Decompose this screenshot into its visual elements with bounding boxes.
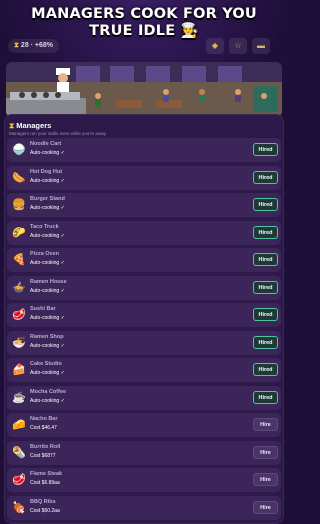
managers-panel: ⧗ Managers Managers run your stalls even …: [4, 114, 284, 524]
manager-food-icon: 🍕: [12, 254, 26, 266]
manager-name: Burrito Roll: [30, 443, 61, 450]
hired-button[interactable]: Hired: [253, 170, 278, 184]
manager-name: Sushi Bar: [30, 306, 56, 312]
manager-food-icon: 🥩: [12, 309, 26, 321]
manager-name: Ramen House: [30, 278, 67, 285]
manager-status: Auto-cooking ✓: [30, 205, 65, 211]
manager-row: 🥩 Flame Steak Cost $6.89aa Hire: [7, 468, 281, 492]
hired-button[interactable]: Hired: [253, 308, 278, 321]
manager-name: Pizza Oven: [30, 251, 60, 257]
manager-name: Noodle Cart: [30, 141, 62, 147]
managers-heading-text: Managers: [16, 121, 52, 130]
hire-button[interactable]: Hire: [253, 473, 278, 486]
hired-button[interactable]: Hired: [253, 335, 278, 349]
hourglass-icon: ⧗: [14, 42, 19, 49]
manager-status: Auto-cooking ✓: [30, 260, 65, 266]
manager-row: ☕ Mocha Coffee Auto-cooking ✓ Hired: [7, 385, 281, 410]
manager-name: Hot Dog Hut: [30, 168, 63, 175]
manager-name: Burger Stand: [30, 196, 65, 202]
shield-button[interactable]: ◆: [206, 38, 224, 54]
manager-cost: Cost $6877: [30, 452, 56, 459]
currency-stat-value: 28 · +68%: [20, 42, 54, 49]
manager-row: 🌯 Burrito Roll Cost $6877 Hire: [7, 440, 281, 465]
manager-row: 🍔 Burger Stand Auto-cooking ✓ Hired: [7, 193, 281, 217]
manager-status: Auto-cooking ✓: [30, 150, 65, 156]
manager-cost: Cost $6.89aa: [30, 480, 60, 486]
manager-food-icon: 🍔: [12, 199, 26, 211]
manager-food-icon: 🍲: [12, 281, 26, 294]
promo-title-line-1: MANAGERS COOK FOR YOU: [31, 6, 257, 22]
manager-food-icon: 🍚: [12, 144, 26, 156]
hourglass-icon: ⧗: [9, 121, 15, 130]
manager-status: Auto-cooking ✓: [30, 342, 65, 349]
manager-food-icon: 🌭: [12, 171, 26, 184]
trophy-icon: ☆: [234, 41, 242, 50]
manager-name: Mocha Coffee: [30, 388, 67, 395]
hire-button[interactable]: Hire: [253, 445, 278, 459]
top-bar: ⧗ 28 · +68% ◆ ☆ ▬: [6, 38, 282, 54]
menu-button[interactable]: ▬: [252, 38, 270, 54]
manager-food-icon: ☕: [12, 391, 26, 404]
managers-subtitle: Managers run your stalls even while you'…: [9, 131, 106, 136]
manager-food-icon: 🍖: [12, 501, 26, 514]
manager-row: 🍕 Pizza Oven Auto-cooking ✓ Hired: [7, 248, 281, 272]
hired-button[interactable]: Hired: [253, 225, 278, 239]
manager-row: 🥩 Sushi Bar Auto-cooking ✓ Hired: [7, 303, 281, 327]
manager-food-icon: 🧀: [12, 419, 26, 431]
manager-row: 🌮 Taco Truck Auto-cooking ✓ Hired: [7, 220, 281, 245]
manager-row: 🍰 Cake Studio Auto-cooking ✓ Hired: [7, 358, 281, 382]
managers-heading: ⧗ Managers: [9, 121, 51, 131]
manager-status: Auto-cooking ✓: [30, 315, 65, 321]
manager-row: 🍚 Noodle Cart Auto-cooking ✓ Hired: [7, 138, 281, 162]
manager-cost: Cost $46.47: [30, 425, 57, 431]
shield-icon: ◆: [211, 41, 219, 50]
manager-row: 🍖 BBQ Ribs Cost $60.2aa Hire: [7, 495, 281, 520]
manager-row: 🍜 Ramen Shop Auto-cooking ✓ Hired: [7, 330, 281, 355]
manager-status: Auto-cooking ✓: [30, 177, 65, 184]
manager-food-icon: 🌮: [12, 226, 26, 239]
currency-stat: ⧗ 28 · +68%: [8, 39, 60, 53]
promo-title: MANAGERS COOK FOR YOU TRUE IDLE 🧑‍🍳: [0, 6, 288, 40]
manager-row: 🧀 Nacho Bar Cost $46.47 Hire: [7, 413, 281, 437]
manager-name: BBQ Ribs: [30, 498, 56, 505]
hired-button[interactable]: Hired: [253, 143, 278, 156]
hired-button[interactable]: Hired: [253, 198, 278, 211]
manager-name: Taco Truck: [30, 223, 59, 230]
manager-status: Auto-cooking ✓: [30, 232, 65, 239]
manager-cost: Cost $60.2aa: [30, 507, 60, 514]
trophy-button[interactable]: ☆: [229, 38, 247, 54]
menu-icon: ▬: [257, 41, 265, 50]
manager-food-icon: 🍜: [12, 336, 26, 349]
hired-button[interactable]: Hired: [253, 280, 278, 294]
manager-name: Flame Steak: [30, 471, 63, 477]
manager-name: Ramen Shop: [30, 333, 64, 340]
restaurant-scene: [6, 62, 282, 117]
hire-button[interactable]: Hire: [253, 418, 278, 431]
manager-row: 🌭 Hot Dog Hut Auto-cooking ✓ Hired: [7, 165, 281, 190]
manager-name: Nacho Bar: [30, 416, 58, 422]
manager-food-icon: 🌯: [12, 446, 26, 459]
hired-button[interactable]: Hired: [253, 253, 278, 266]
manager-food-icon: 🍰: [12, 364, 26, 376]
hired-button[interactable]: Hired: [253, 363, 278, 376]
manager-status: Auto-cooking ✓: [30, 370, 65, 376]
manager-food-icon: 🥩: [12, 474, 26, 486]
restaurant-scene-art: [6, 62, 282, 117]
hired-button[interactable]: Hired: [253, 390, 278, 404]
manager-status: Auto-cooking ✓: [30, 287, 65, 294]
manager-row: 🍲 Ramen House Auto-cooking ✓ Hired: [7, 275, 281, 300]
manager-status: Auto-cooking ✓: [30, 397, 65, 404]
manager-name: Cake Studio: [30, 361, 62, 367]
